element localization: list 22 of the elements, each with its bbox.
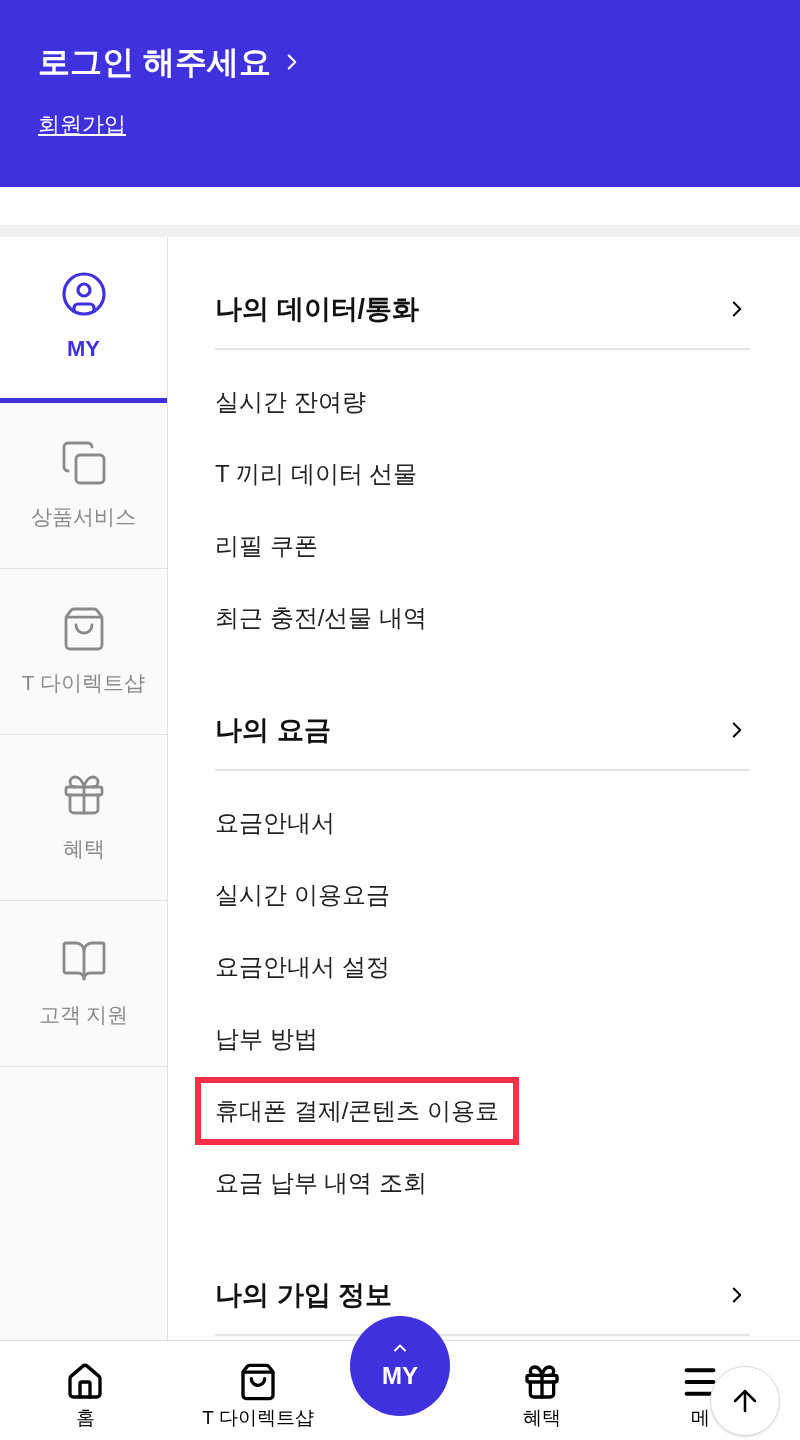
menu-item[interactable]: 납부 방법 bbox=[215, 1021, 318, 1057]
menu-item[interactable]: 실시간 잔여량 bbox=[215, 384, 366, 420]
section-title[interactable]: 나의 데이터/통화 bbox=[215, 288, 419, 330]
user-icon bbox=[59, 270, 108, 318]
menu-item[interactable]: T 끼리 데이터 선물 bbox=[215, 456, 418, 492]
menu-item[interactable]: 요금 납부 내역 조회 bbox=[215, 1165, 427, 1201]
menu-item[interactable]: 리필 쿠폰 bbox=[215, 528, 318, 564]
section-title[interactable]: 나의 가입 정보 bbox=[215, 1274, 392, 1316]
login-title[interactable]: 로그인 해주세요 bbox=[38, 38, 271, 86]
menu-item[interactable]: 휴대폰 결제/콘텐츠 이용료 bbox=[195, 1077, 519, 1145]
menu-item[interactable]: 요금안내서 bbox=[215, 805, 335, 841]
signup-link[interactable]: 회원가입 bbox=[38, 108, 126, 141]
nav-tab[interactable]: T 다이렉트샵 bbox=[170, 1341, 346, 1440]
nav-tab[interactable]: 혜택 bbox=[454, 1341, 630, 1440]
menu-item[interactable]: 요금안내서 설정 bbox=[215, 949, 390, 985]
menu-item[interactable]: 최근 충전/선물 내역 bbox=[215, 600, 427, 636]
shopping-bag-icon bbox=[238, 1361, 278, 1402]
menu-item[interactable]: 실시간 이용요금 bbox=[215, 877, 390, 913]
sidebar-tab[interactable]: MY bbox=[0, 237, 167, 403]
section-title[interactable]: 나의 요금 bbox=[215, 709, 331, 751]
home-icon bbox=[65, 1361, 105, 1402]
nav-tab[interactable]: 홈 bbox=[0, 1341, 170, 1440]
